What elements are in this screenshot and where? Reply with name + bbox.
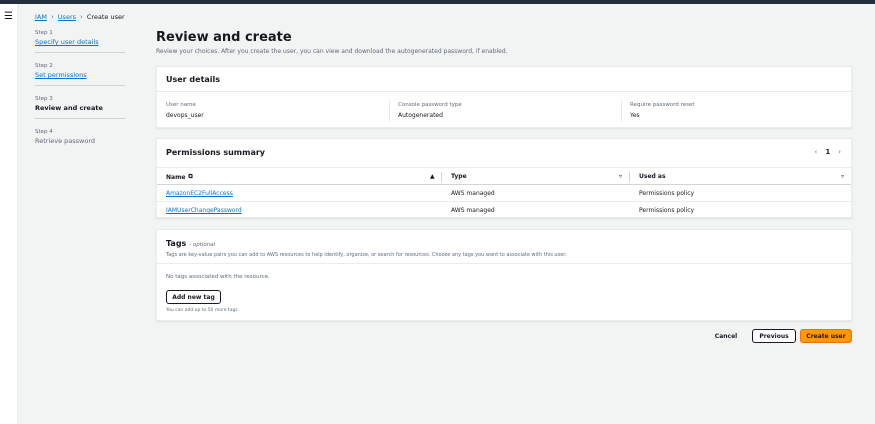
- user-details-title: User details: [166, 75, 221, 84]
- chevron-right-icon: ›: [50, 13, 54, 21]
- user-name-field: User name devops_user: [166, 102, 204, 119]
- pagination: ‹ 1 ›: [815, 148, 842, 156]
- field-label: Console password type: [398, 102, 462, 108]
- step-4: Step 4 Retrieve password: [35, 129, 135, 145]
- step-link-set-permissions[interactable]: Set permissions: [35, 71, 135, 79]
- tags-description: Tags are key-value pairs you can add to …: [166, 252, 567, 258]
- tags-title: Tags - optional: [166, 239, 215, 248]
- step-link-specify-user-details[interactable]: Specify user details: [35, 38, 135, 46]
- column-divider: [389, 100, 390, 122]
- sort-icon[interactable]: ▿: [841, 173, 844, 180]
- breadcrumb-users[interactable]: Users: [58, 13, 76, 21]
- tags-title-text: Tags: [166, 239, 187, 248]
- step-3: Step 3 Review and create: [35, 96, 135, 119]
- page-title: Review and create: [156, 30, 292, 45]
- divider: [157, 263, 851, 264]
- table-header: Name ⧉ ▲ Type ▿ Used as ▿: [157, 167, 851, 185]
- step-divider: [35, 52, 125, 53]
- field-label: Require password reset: [630, 102, 695, 108]
- field-value: Autogenerated: [398, 112, 443, 119]
- step-number: Step 2: [35, 63, 53, 69]
- column-header-name[interactable]: Name ⧉: [166, 173, 193, 181]
- page-description: Review your choices. After you create th…: [156, 48, 508, 55]
- column-header-used-as[interactable]: Used as: [639, 173, 666, 180]
- side-navigation-rail: ☰: [0, 4, 18, 424]
- chevron-right-icon: ›: [80, 13, 83, 21]
- step-number: Step 3: [35, 96, 53, 102]
- external-link-icon: ⧉: [188, 173, 193, 180]
- policy-type: AWS managed: [451, 190, 495, 197]
- tags-panel: Tags - optional Tags are key-value pairs…: [156, 229, 852, 321]
- column-header-label: Used as: [639, 173, 666, 180]
- policy-type: AWS managed: [451, 207, 495, 214]
- policy-link[interactable]: IAMUserChangePassword: [166, 207, 242, 214]
- field-value: Yes: [630, 112, 640, 119]
- table-row: AmazonEC2FullAccess AWS managed Permissi…: [157, 185, 851, 202]
- wizard-actions: Cancel Previous Create user: [706, 329, 852, 343]
- cancel-button[interactable]: Cancel: [706, 329, 746, 343]
- policy-link[interactable]: AmazonEC2FullAccess: [166, 190, 233, 197]
- divider: [157, 91, 851, 92]
- add-new-tag-button[interactable]: Add new tag: [166, 290, 221, 304]
- require-password-reset-field: Require password reset Yes: [630, 102, 695, 119]
- chevron-right-icon[interactable]: ›: [838, 148, 841, 156]
- sort-icon[interactable]: ▿: [619, 173, 622, 180]
- wizard-steps: Step 1 Specify user details Step 2 Set p…: [35, 30, 135, 155]
- step-retrieve-password: Retrieve password: [35, 137, 96, 145]
- breadcrumb-iam[interactable]: IAM: [35, 13, 47, 21]
- permissions-summary-panel: Permissions summary ‹ 1 › Name ⧉ ▲ Type …: [156, 138, 852, 218]
- breadcrumb-current: Create user: [86, 13, 125, 21]
- tags-limit-text: You can add up to 50 more tags.: [166, 308, 240, 313]
- previous-button[interactable]: Previous: [752, 329, 796, 343]
- column-divider: [629, 172, 630, 182]
- field-label: User name: [166, 102, 196, 108]
- step-divider: [35, 85, 125, 86]
- column-divider: [441, 172, 442, 182]
- tags-empty-text: No tags associated with the resource.: [166, 274, 270, 280]
- policy-used-as: Permissions policy: [639, 207, 695, 214]
- step-divider: [35, 118, 125, 119]
- policy-used-as: Permissions policy: [639, 190, 695, 197]
- permissions-summary-title: Permissions summary: [166, 148, 266, 157]
- console-password-type-field: Console password type Autogenerated: [398, 102, 462, 119]
- column-divider: [621, 100, 622, 122]
- column-header-type[interactable]: Type: [451, 173, 467, 180]
- table-row: IAMUserChangePassword AWS managed Permis…: [157, 202, 851, 219]
- step-number: Step 4: [35, 129, 53, 135]
- sort-ascending-icon[interactable]: ▲: [430, 173, 435, 180]
- step-current-review-and-create: Review and create: [35, 104, 103, 112]
- field-value: devops_user: [166, 112, 204, 119]
- step-1: Step 1 Specify user details: [35, 30, 135, 53]
- create-user-button[interactable]: Create user: [800, 329, 852, 343]
- step-2: Step 2 Set permissions: [35, 63, 135, 86]
- user-details-panel: User details User name devops_user Conso…: [156, 66, 852, 128]
- column-header-label: Type: [451, 173, 467, 180]
- chevron-left-icon[interactable]: ‹: [815, 148, 818, 156]
- page-number[interactable]: 1: [825, 148, 830, 156]
- optional-label: - optional: [189, 242, 216, 248]
- menu-icon[interactable]: ☰: [4, 12, 13, 22]
- step-number: Step 1: [35, 30, 53, 36]
- breadcrumb: IAM › Users › Create user: [35, 13, 125, 21]
- column-header-label: Name: [166, 173, 186, 181]
